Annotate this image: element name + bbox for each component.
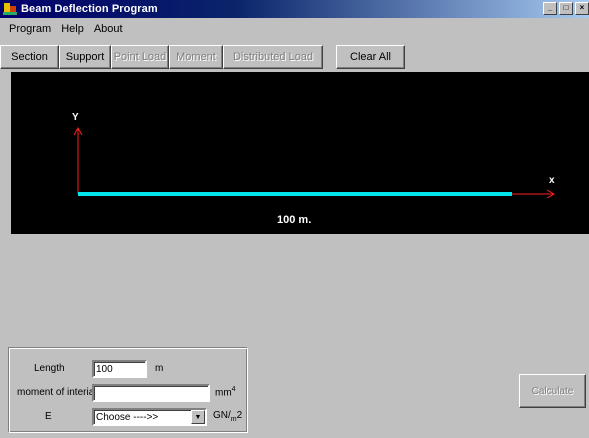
toolbar: Section Support Point Load Moment Distri… [0, 45, 323, 69]
length-input[interactable]: 100 [92, 360, 147, 378]
calculate-button[interactable]: Calculate [519, 374, 586, 408]
maximize-button[interactable]: □ [559, 2, 573, 15]
e-select[interactable]: Choose ---->> ▼ [92, 408, 207, 426]
moment-of-inertia-input[interactable] [92, 384, 210, 402]
distributed-load-button[interactable]: Distributed Load [223, 45, 323, 69]
beam-length-label: 100 m. [277, 214, 312, 226]
inputs-panel: Length 100 m moment of interia mm4 E Cho… [8, 347, 248, 433]
e-label: E [45, 411, 52, 422]
menu-help[interactable]: Help [56, 23, 89, 35]
menu-about[interactable]: About [89, 23, 128, 35]
title-bar[interactable]: Beam Deflection Program _ □ × [0, 0, 589, 18]
e-unit: GN/m2 [213, 410, 243, 423]
minimize-button[interactable]: _ [543, 2, 557, 15]
x-axis-label: x [549, 175, 555, 186]
beam-canvas[interactable]: Y x 100 m. [11, 72, 589, 234]
moment-of-inertia-unit: mm4 [215, 386, 236, 399]
length-label: Length [34, 363, 65, 374]
moment-of-inertia-label: moment of interia [17, 387, 95, 398]
moment-button[interactable]: Moment [169, 45, 223, 69]
beam-drawing [73, 126, 556, 199]
window-title: Beam Deflection Program [21, 3, 158, 15]
section-button[interactable]: Section [0, 45, 59, 69]
close-button[interactable]: × [575, 2, 589, 15]
clear-all-button[interactable]: Clear All [336, 45, 405, 69]
support-button[interactable]: Support [59, 45, 111, 69]
menu-bar: Program Help About [0, 20, 589, 38]
chevron-down-icon[interactable]: ▼ [191, 410, 205, 424]
menu-program[interactable]: Program [4, 23, 56, 35]
point-load-button[interactable]: Point Load [111, 45, 169, 69]
length-unit: m [155, 363, 164, 374]
app-icon [3, 2, 17, 16]
y-axis-label: Y [72, 112, 79, 123]
